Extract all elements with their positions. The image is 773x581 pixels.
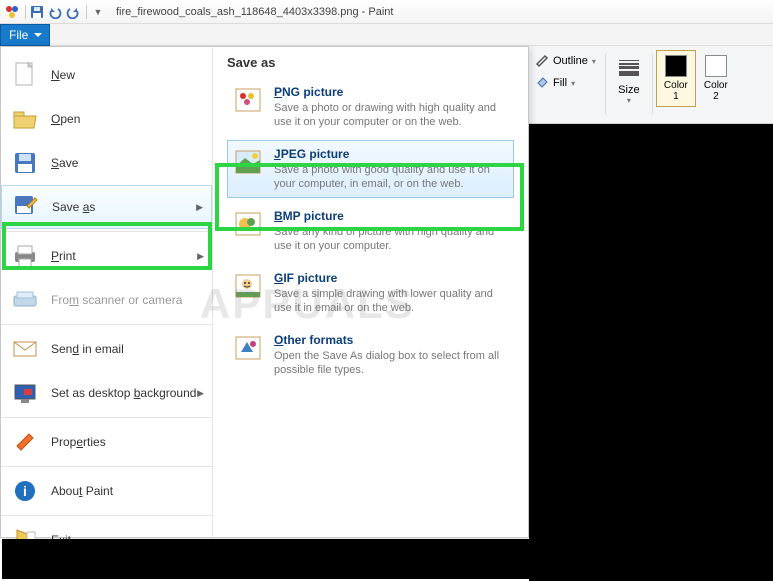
save-icon[interactable] bbox=[29, 4, 45, 20]
undo-icon[interactable] bbox=[47, 4, 63, 20]
scanner-icon bbox=[11, 286, 39, 314]
ribbon-panel: Outline ▾ Fill ▾ Size ▾ Color 1 Color 2 bbox=[529, 46, 773, 124]
color2-label: Color 2 bbox=[704, 80, 728, 102]
outline-icon bbox=[535, 54, 549, 68]
menu-item-set-background[interactable]: Set as desktop background ▶ bbox=[1, 371, 212, 415]
bmp-title: BMP picture bbox=[274, 209, 509, 223]
saveas-item-png[interactable]: PNG picture Save a photo or drawing with… bbox=[227, 78, 514, 136]
separator bbox=[605, 54, 606, 114]
gif-title: GIF picture bbox=[274, 271, 509, 285]
color1-swatch bbox=[665, 55, 687, 77]
new-icon bbox=[11, 61, 39, 89]
chevron-right-icon: ▶ bbox=[197, 251, 204, 262]
fill-label: Fill bbox=[553, 77, 567, 89]
outline-fill-group: Outline ▾ Fill ▾ bbox=[529, 50, 602, 98]
saveas-item-bmp[interactable]: BMP picture Save any kind of picture wit… bbox=[227, 202, 514, 260]
about-icon: i bbox=[11, 477, 39, 505]
divider bbox=[1, 417, 212, 418]
other-title: Other formats bbox=[274, 333, 509, 347]
saveas-item-other[interactable]: Other formats Open the Save As dialog bo… bbox=[227, 326, 514, 384]
saveas-item-gif[interactable]: GIF picture Save a simple drawing with l… bbox=[227, 264, 514, 322]
png-title: PNG picture bbox=[274, 85, 509, 99]
canvas-area[interactable] bbox=[529, 124, 773, 581]
divider bbox=[1, 466, 212, 467]
open-label: Open bbox=[51, 112, 80, 126]
set-bg-label: Set as desktop background bbox=[51, 386, 196, 400]
about-label: About Paint bbox=[51, 484, 113, 498]
bmp-icon bbox=[232, 209, 264, 239]
menu-item-print[interactable]: Print ▶ bbox=[1, 234, 212, 278]
fill-icon bbox=[535, 76, 549, 90]
separator bbox=[25, 5, 26, 19]
color2-button[interactable]: Color 2 bbox=[696, 50, 736, 107]
canvas-strip bbox=[2, 539, 529, 579]
separator bbox=[86, 5, 87, 19]
title-bar: ▼ fire_firewood_coals_ash_118648_4403x33… bbox=[0, 0, 773, 24]
size-label: Size bbox=[618, 84, 639, 96]
saveas-item-jpeg[interactable]: JPEG picture Save a photo with good qual… bbox=[227, 140, 514, 198]
size-dropdown[interactable]: Size ▾ bbox=[609, 50, 649, 109]
open-icon bbox=[11, 105, 39, 133]
menu-item-save[interactable]: Save bbox=[1, 141, 212, 185]
chevron-right-icon: ▶ bbox=[196, 202, 203, 213]
menu-item-about[interactable]: i About Paint bbox=[1, 469, 212, 513]
desktop-background-icon bbox=[11, 379, 39, 407]
print-icon bbox=[11, 242, 39, 270]
color1-label: Color 1 bbox=[664, 80, 688, 102]
menu-item-new[interactable]: New bbox=[1, 53, 212, 97]
file-menu-saveas-panel: Save as PNG picture Save a photo or draw… bbox=[213, 47, 528, 537]
paint-app-icon bbox=[4, 4, 20, 20]
jpeg-icon bbox=[232, 147, 264, 177]
png-icon bbox=[232, 85, 264, 115]
properties-icon bbox=[11, 428, 39, 456]
chevron-right-icon: ▶ bbox=[197, 388, 204, 399]
file-tab-label: File bbox=[9, 28, 28, 42]
save-icon bbox=[11, 149, 39, 177]
jpeg-title: JPEG picture bbox=[274, 147, 509, 161]
menu-item-send-email[interactable]: Send in email bbox=[1, 327, 212, 371]
menu-item-properties[interactable]: Properties bbox=[1, 420, 212, 464]
fill-dropdown[interactable]: Fill ▾ bbox=[535, 74, 575, 92]
menu-item-save-as[interactable]: Save as ▶ bbox=[1, 185, 212, 229]
qat-dropdown-icon[interactable]: ▼ bbox=[90, 4, 106, 20]
properties-label: Properties bbox=[51, 435, 106, 449]
separator bbox=[652, 54, 653, 114]
file-menu-left: New Open Save Save as ▶ Print ▶ From sca… bbox=[1, 47, 213, 537]
other-desc: Open the Save As dialog box to select fr… bbox=[274, 349, 509, 377]
redo-icon[interactable] bbox=[65, 4, 81, 20]
save-as-icon bbox=[12, 193, 40, 221]
file-menu: New Open Save Save as ▶ Print ▶ From sca… bbox=[0, 46, 529, 538]
svg-text:i: i bbox=[23, 483, 27, 499]
color1-button[interactable]: Color 1 bbox=[656, 50, 696, 107]
gif-icon bbox=[232, 271, 264, 301]
save-label: Save bbox=[51, 156, 78, 170]
gif-desc: Save a simple drawing with lower quality… bbox=[274, 287, 509, 315]
size-icon bbox=[615, 54, 643, 82]
outline-dropdown[interactable]: Outline ▾ bbox=[535, 52, 596, 70]
print-label: Print bbox=[51, 249, 76, 263]
menu-item-from-scanner: From scanner or camera bbox=[1, 278, 212, 322]
png-desc: Save a photo or drawing with high qualit… bbox=[274, 101, 509, 129]
divider bbox=[1, 231, 212, 232]
outline-label: Outline bbox=[553, 55, 588, 67]
file-tab[interactable]: File bbox=[0, 24, 50, 46]
send-email-label: Send in email bbox=[51, 342, 124, 356]
jpeg-desc: Save a photo with good quality and use i… bbox=[274, 163, 509, 191]
new-label: New bbox=[51, 68, 75, 82]
menu-item-open[interactable]: Open bbox=[1, 97, 212, 141]
menu-strip bbox=[50, 24, 773, 46]
from-scanner-label: From scanner or camera bbox=[51, 293, 182, 307]
save-as-label: Save as bbox=[52, 200, 95, 214]
bmp-desc: Save any kind of picture with high quali… bbox=[274, 225, 509, 253]
divider bbox=[1, 324, 212, 325]
email-icon bbox=[11, 335, 39, 363]
saveas-panel-title: Save as bbox=[227, 55, 514, 70]
divider bbox=[1, 515, 212, 516]
window-title: fire_firewood_coals_ash_118648_4403x3398… bbox=[116, 6, 393, 18]
other-formats-icon bbox=[232, 333, 264, 363]
color2-swatch bbox=[705, 55, 727, 77]
